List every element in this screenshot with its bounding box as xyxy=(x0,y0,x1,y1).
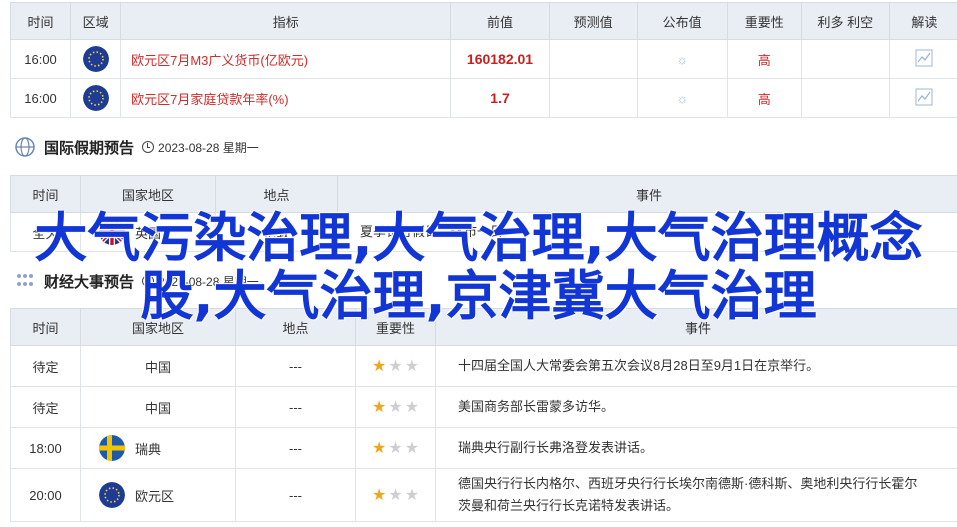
col-forecast: 预测值 xyxy=(548,2,638,40)
place-value: --- xyxy=(235,427,356,469)
prev-value: 160182.01 xyxy=(450,39,550,79)
actual-value: ☼ xyxy=(636,78,728,118)
grid-icon xyxy=(17,274,33,286)
forecast-value xyxy=(548,39,638,79)
event-text: 德国央行行长内格尔、西班牙央行行长埃尔南德斯·德科斯、奥地利央行行长霍尔 茨曼和… xyxy=(435,468,957,522)
importance-stars: ★★★ xyxy=(355,345,436,387)
indicator-table: 时间 区域 指标 前值 预测值 公布值 重要性 利多 利空 解读 16:00 欧… xyxy=(9,2,957,118)
col-time: 时间 xyxy=(9,2,72,40)
holiday-title: 国际假期预告 xyxy=(44,139,135,157)
uk-flag-icon xyxy=(99,219,125,245)
holiday-table: 时间 国家地区 地点 事件 全天 英国 伦敦 夏季银行假日，休市一日 xyxy=(10,175,957,252)
col-region: 区域 xyxy=(70,2,122,40)
eu-flag-icon xyxy=(82,85,109,111)
globe-icon xyxy=(15,137,35,157)
bull-bear-value xyxy=(800,78,890,118)
loading-icon: ☼ xyxy=(676,51,689,67)
table-row[interactable]: 16:00 欧元区7月M3广义货币(亿欧元) 160182.01 ☼ 高 xyxy=(9,39,957,79)
country-name: 中国 xyxy=(80,386,236,428)
col-prev: 前值 xyxy=(450,2,550,40)
col-actual: 公布值 xyxy=(636,2,728,40)
table-row[interactable]: 20:00 欧元区 --- ★★★ 德国央行行长内格尔、西班牙央行行长埃尔南德斯… xyxy=(10,468,957,522)
place-value: 伦敦 xyxy=(215,212,338,252)
col-bull-bear: 利多 利空 xyxy=(800,2,890,40)
importance-value: 高 xyxy=(726,39,802,79)
event-text: 瑞典央行副行长弗洛登发表讲话。 xyxy=(435,427,957,469)
row-time: 16:00 xyxy=(9,78,72,118)
col-analysis: 解读 xyxy=(888,2,957,40)
sweden-flag-icon xyxy=(99,435,125,461)
event-line-1: 德国央行行长内格尔、西班牙央行行长埃尔南德斯·德科斯、奥地利央行行长霍尔 xyxy=(458,476,918,491)
holiday-date: 2023-08-28 星期一 xyxy=(142,139,259,156)
table-row[interactable]: 16:00 欧元区7月家庭贷款年率(%) 1.7 ☼ 高 xyxy=(9,78,957,118)
eu-flag-icon xyxy=(99,482,125,508)
col-place: 地点 xyxy=(235,308,356,346)
loading-icon: ☼ xyxy=(676,90,689,106)
actual-value: ☼ xyxy=(636,39,728,79)
region-cell: 英国 xyxy=(80,212,216,252)
importance-value: 高 xyxy=(726,78,802,118)
place-value: --- xyxy=(235,386,356,428)
row-time: 18:00 xyxy=(10,427,81,469)
event-line-2: 茨曼和荷兰央行行长克诺特发表讲话。 xyxy=(458,498,680,513)
col-time: 时间 xyxy=(10,308,81,346)
country-name: 中国 xyxy=(80,345,236,387)
col-country: 国家地区 xyxy=(80,175,216,213)
region-cell xyxy=(70,78,122,118)
table-row[interactable]: 全天 英国 伦敦 夏季银行假日，休市一日 xyxy=(10,212,957,252)
region-cell: 欧元区 xyxy=(80,468,236,522)
country-name: 英国 xyxy=(135,225,162,241)
col-event: 事件 xyxy=(337,175,957,213)
region-cell: 瑞典 xyxy=(80,427,236,469)
chart-icon[interactable] xyxy=(915,49,933,67)
row-time: 16:00 xyxy=(9,39,72,79)
region-cell xyxy=(70,39,122,79)
country-name: 欧元区 xyxy=(135,488,175,504)
indicator-name[interactable]: 欧元区7月M3广义货币(亿欧元) xyxy=(120,39,452,79)
row-time: 待定 xyxy=(10,386,81,428)
importance-stars: ★★★ xyxy=(355,427,436,469)
table-row[interactable]: 待定 中国 --- ★★★ 美国商务部长雷蒙多访华。 xyxy=(10,386,957,428)
forecast-value xyxy=(548,78,638,118)
event-text: 夏季银行假日，休市一日 xyxy=(337,212,957,252)
col-place: 地点 xyxy=(215,175,338,213)
finance-section-header: 财经大事预告 2023-08-28 星期一 xyxy=(14,270,259,292)
event-text: 美国商务部长雷蒙多访华。 xyxy=(435,386,957,428)
holiday-header-row: 时间 国家地区 地点 事件 xyxy=(10,175,957,213)
country-name: 瑞典 xyxy=(135,441,162,457)
col-importance: 重要性 xyxy=(726,2,802,40)
row-time: 20:00 xyxy=(10,468,81,522)
analysis-cell[interactable] xyxy=(888,78,957,118)
eu-flag-icon xyxy=(82,46,109,72)
col-importance: 重要性 xyxy=(355,308,436,346)
col-indicator: 指标 xyxy=(120,2,452,40)
holiday-section-header: 国际假期预告 2023-08-28 星期一 xyxy=(14,136,259,158)
row-time: 待定 xyxy=(10,345,81,387)
finance-date: 2023-08-28 星期一 xyxy=(142,273,259,290)
table-row[interactable]: 18:00 瑞典 --- ★★★ 瑞典央行副行长弗洛登发表讲话。 xyxy=(10,427,957,469)
importance-stars: ★★★ xyxy=(355,468,436,522)
table-row[interactable]: 待定 中国 --- ★★★ 十四届全国人大常委会第五次会议8月28日至9月1日在… xyxy=(10,345,957,387)
event-text: 十四届全国人大常委会第五次会议8月28日至9月1日在京举行。 xyxy=(435,345,957,387)
row-time: 全天 xyxy=(10,212,81,252)
chart-icon[interactable] xyxy=(915,88,933,106)
col-time: 时间 xyxy=(10,175,81,213)
col-country: 国家地区 xyxy=(80,308,236,346)
finance-title: 财经大事预告 xyxy=(44,273,135,291)
place-value: --- xyxy=(235,345,356,387)
col-event: 事件 xyxy=(435,308,957,346)
analysis-cell[interactable] xyxy=(888,39,957,79)
clock-icon xyxy=(142,141,155,153)
clock-icon xyxy=(142,275,155,287)
place-value: --- xyxy=(235,468,356,522)
prev-value: 1.7 xyxy=(450,78,550,118)
importance-stars: ★★★ xyxy=(355,386,436,428)
bull-bear-value xyxy=(800,39,890,79)
indicator-header-row: 时间 区域 指标 前值 预测值 公布值 重要性 利多 利空 解读 xyxy=(9,2,957,40)
indicator-name[interactable]: 欧元区7月家庭贷款年率(%) xyxy=(120,78,452,118)
finance-header-row: 时间 国家地区 地点 重要性 事件 xyxy=(10,308,957,346)
finance-table: 时间 国家地区 地点 重要性 事件 待定 中国 --- ★★★ 十四届全国人大常… xyxy=(10,308,957,522)
